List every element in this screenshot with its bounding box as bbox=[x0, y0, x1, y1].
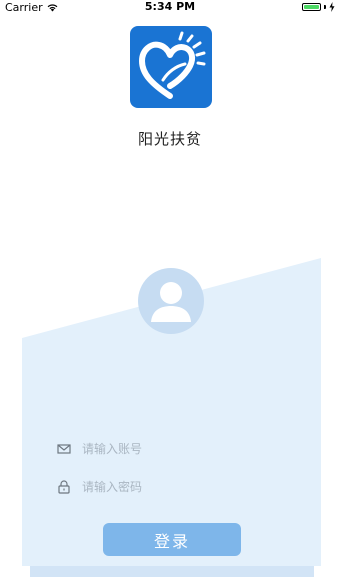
password-field bbox=[56, 475, 316, 499]
password-input[interactable] bbox=[82, 480, 282, 494]
account-field bbox=[56, 437, 316, 461]
login-button[interactable]: 登录 bbox=[103, 523, 241, 556]
user-icon bbox=[151, 282, 191, 322]
lock-icon bbox=[58, 480, 70, 494]
mail-icon bbox=[57, 444, 71, 454]
account-input[interactable] bbox=[82, 442, 282, 456]
avatar bbox=[138, 268, 204, 334]
